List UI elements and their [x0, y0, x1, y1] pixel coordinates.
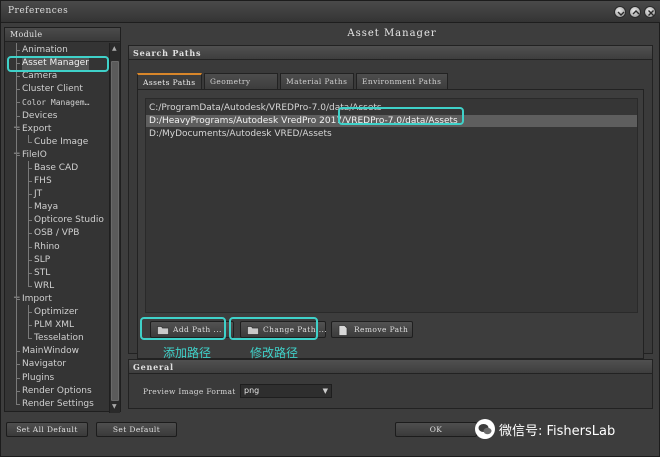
path-row-selected[interactable]: D:/HeavyPrograms/Autodesk VredPro 2017/V…: [146, 115, 637, 127]
sidebar-item-animation[interactable]: Animation: [22, 44, 68, 57]
sidebar-item-osb-vpb[interactable]: OSB / VPB: [34, 227, 79, 240]
remove-path-label: Remove Path: [354, 325, 409, 334]
page-title: Asset Manager: [347, 28, 437, 39]
preview-format-value: png: [244, 386, 260, 395]
add-path-button[interactable]: Add Path ...: [150, 321, 234, 338]
sidebar-item-color-managem[interactable]: Color Managem…: [22, 96, 89, 109]
sidebar-item-navigator[interactable]: Navigator: [22, 358, 66, 371]
maximize-button[interactable]: [629, 6, 641, 18]
tree-branch-line: [28, 304, 29, 340]
sidebar-item-wrl[interactable]: WRL: [34, 280, 54, 293]
chat-bubble-icon: [478, 424, 492, 435]
preview-format-label: Preview Image Format: [143, 387, 236, 396]
change-path-label: Change Path ...: [263, 325, 328, 334]
window-title: Preferences: [8, 6, 69, 16]
sidebar-item-fileio[interactable]: FileIO: [22, 149, 47, 162]
sidebar-item-plm-xml[interactable]: PLM XML: [34, 319, 74, 332]
tree-branch-line: [28, 134, 29, 143]
path-list[interactable]: C:/ProgramData/Autodesk/VREDPro-7.0/data…: [145, 98, 638, 313]
scroll-up-arrow-icon[interactable]: ▲: [112, 45, 117, 52]
set-all-default-button[interactable]: Set All Default: [6, 422, 88, 437]
sidebar-item-devices[interactable]: Devices: [22, 110, 57, 123]
sidebar-item-maya[interactable]: Maya: [34, 201, 58, 214]
sidebar-item-import[interactable]: Import: [22, 293, 52, 306]
preview-format-select[interactable]: png ▼: [240, 384, 332, 398]
sidebar-item-fhs[interactable]: FHS: [34, 175, 52, 188]
sidebar-item-optimizer[interactable]: Optimizer: [34, 306, 78, 319]
search-paths-header: Search Paths: [129, 46, 652, 60]
dropdown-caret-icon: ▼: [322, 387, 328, 395]
sidebar-item-slp[interactable]: SLP: [34, 254, 50, 267]
title-bar[interactable]: Preferences: [1, 1, 660, 23]
document-icon: [338, 325, 348, 336]
sidebar-item-cube-image[interactable]: Cube Image: [34, 136, 88, 149]
sidebar-item-asset-manager[interactable]: Asset Manager: [22, 57, 89, 71]
tab-environment-paths[interactable]: Environment Paths: [356, 73, 448, 89]
remove-path-button[interactable]: Remove Path: [331, 321, 413, 338]
path-row[interactable]: D:/MyDocuments/Autodesk VRED/Assets: [146, 128, 637, 140]
assets-paths-panel: C:/ProgramData/Autodesk/VREDPro-7.0/data…: [137, 89, 644, 359]
chevron-down-icon: [617, 11, 625, 16]
wechat-watermark: 微信号: FishersLab: [475, 416, 615, 442]
tab-geometry-paths[interactable]: Geometry Paths: [204, 73, 278, 101]
chevron-up-icon: [632, 10, 640, 15]
general-header: General: [129, 360, 652, 374]
path-row[interactable]: C:/ProgramData/Autodesk/VREDPro-7.0/data…: [146, 102, 637, 114]
module-tree: Animation Asset Manager Camera Cluster Clie…: [5, 43, 111, 413]
search-paths-group: Search Paths Assets Paths Geometry Paths…: [128, 45, 653, 359]
sidebar-item-stl[interactable]: STL: [34, 267, 50, 280]
tree-branch-line: [28, 160, 29, 287]
tab-material-paths[interactable]: Material Paths: [280, 73, 354, 89]
sidebar-item-rhino[interactable]: Rhino: [34, 241, 60, 254]
close-button[interactable]: [644, 6, 656, 18]
ok-button[interactable]: OK: [395, 422, 477, 437]
folder-icon: [157, 326, 169, 335]
module-sidebar: Module Animation Asset Manager Camera Clust…: [4, 27, 121, 413]
add-path-label: Add Path ...: [173, 325, 222, 334]
general-group: General Preview Image Format png ▼: [128, 359, 653, 409]
folder-icon: [247, 326, 259, 335]
sidebar-header: Module: [5, 28, 120, 42]
sidebar-item-jt[interactable]: JT: [34, 188, 42, 201]
preferences-window: Preferences Module Animation Asset Manage…: [0, 0, 660, 457]
sidebar-item-tesselation[interactable]: Tesselation: [34, 332, 84, 345]
sidebar-item-export[interactable]: Export: [22, 123, 51, 136]
sidebar-item-render-options[interactable]: Render Options: [22, 385, 92, 398]
sidebar-item-mainwindow[interactable]: MainWindow: [22, 345, 79, 358]
close-icon: [648, 10, 654, 16]
sidebar-item-camera[interactable]: Camera: [22, 70, 57, 83]
set-default-button[interactable]: Set Default: [96, 422, 177, 437]
scroll-down-arrow-icon[interactable]: ▼: [112, 403, 117, 410]
wechat-logo-icon: [475, 419, 495, 439]
minimize-button[interactable]: [614, 6, 626, 18]
watermark-text: 微信号: FishersLab: [499, 423, 616, 439]
sidebar-scrollbar[interactable]: ▲ ▼: [109, 43, 120, 413]
sidebar-item-cluster-client[interactable]: Cluster Client: [22, 83, 83, 96]
sidebar-item-plugins[interactable]: Plugins: [22, 372, 54, 385]
tree-trunk-line: [16, 43, 17, 405]
tab-assets-paths[interactable]: Assets Paths: [137, 73, 202, 90]
sidebar-item-opticore-studio[interactable]: Opticore Studio: [34, 214, 104, 227]
sidebar-item-render-settings[interactable]: Render Settings: [22, 398, 94, 411]
sidebar-item-base-cad[interactable]: Base CAD: [34, 162, 78, 175]
scrollbar-thumb[interactable]: [111, 61, 119, 401]
change-path-button[interactable]: Change Path ...: [240, 321, 328, 338]
